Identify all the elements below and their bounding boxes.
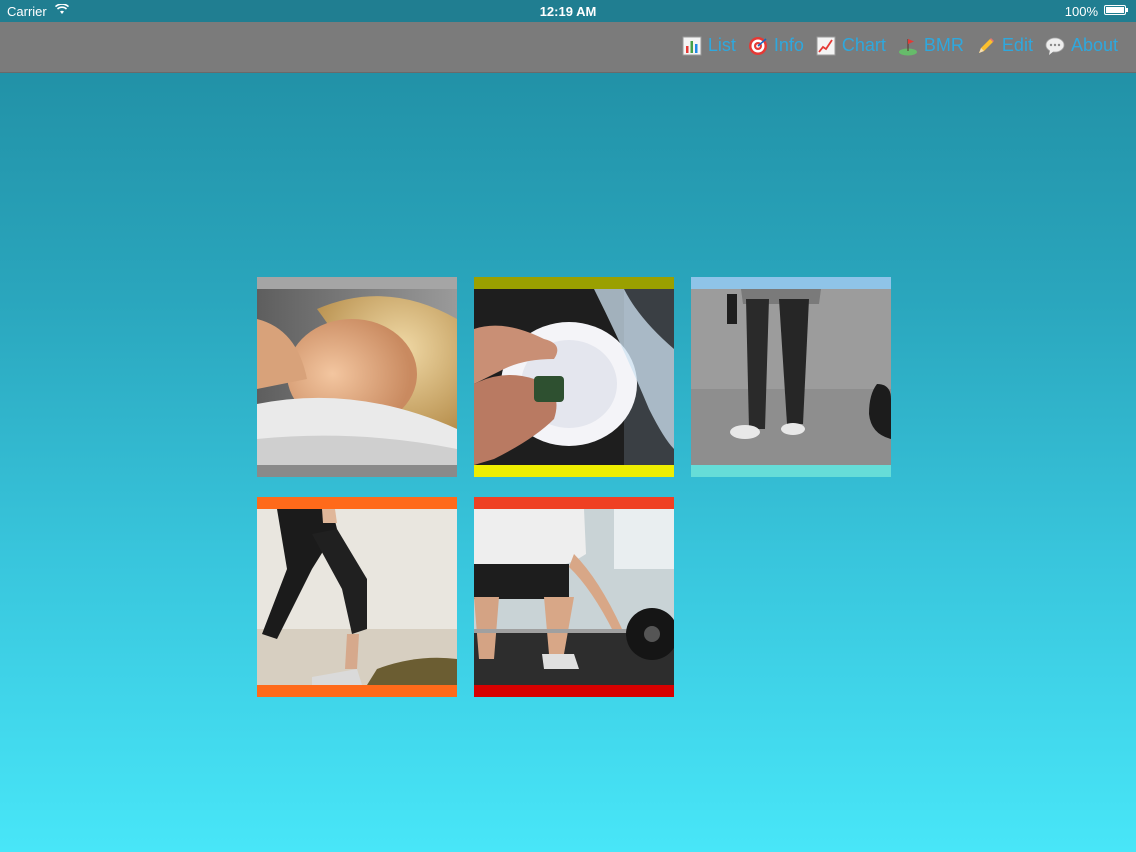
- speech-bubble-icon: [1045, 37, 1065, 55]
- battery-icon: [1104, 5, 1128, 15]
- edit-button[interactable]: Edit: [976, 35, 1033, 56]
- walking-person-photo: [691, 289, 891, 465]
- tile-running[interactable]: [257, 497, 457, 697]
- target-icon: [748, 36, 767, 55]
- toolbar-items: List Info Chart BMR Edit About: [682, 35, 1118, 56]
- list-button[interactable]: List: [682, 35, 736, 56]
- tile-band-bottom: [474, 465, 674, 477]
- chart-button-label: Chart: [841, 35, 886, 55]
- tile-sleeping[interactable]: [257, 277, 457, 477]
- clock: 12:19 AM: [539, 4, 597, 19]
- toolbar: List Info Chart BMR Edit About: [0, 22, 1136, 73]
- tile-band-bottom: [257, 685, 457, 697]
- line-chart-icon: [816, 36, 836, 55]
- tile-band-bottom: [257, 465, 457, 477]
- list-button-label: List: [707, 35, 736, 55]
- tile-band-bottom: [474, 685, 674, 697]
- info-button-label: Info: [773, 35, 804, 55]
- sleeping-person-photo: [257, 289, 457, 465]
- running-legs-photo: [257, 509, 457, 685]
- tile-band-bottom: [691, 465, 891, 477]
- edit-button-label: Edit: [1001, 35, 1033, 55]
- tile-washing-dishes[interactable]: [474, 277, 674, 477]
- tile-band-top: [257, 277, 457, 289]
- info-button[interactable]: Info: [748, 35, 804, 56]
- status-bar: Carrier 12:19 AM 100%: [0, 0, 1136, 22]
- battery-percentage: 100%: [1064, 4, 1098, 19]
- bar-chart-icon: [682, 36, 702, 55]
- weightlifting-photo: [474, 509, 674, 685]
- bmr-button-label: BMR: [923, 35, 964, 55]
- about-button[interactable]: About: [1045, 35, 1118, 56]
- tile-band-top: [474, 497, 674, 509]
- chart-button[interactable]: Chart: [816, 35, 886, 56]
- tile-band-top: [691, 277, 891, 289]
- tile-band-top: [474, 277, 674, 289]
- tile-band-top: [257, 497, 457, 509]
- pencil-icon: [978, 37, 994, 53]
- tile-weightlifting[interactable]: [474, 497, 674, 697]
- washing-dishes-photo: [474, 289, 674, 465]
- tile-walking[interactable]: [691, 277, 891, 477]
- bmr-button[interactable]: BMR: [898, 35, 964, 56]
- about-button-label: About: [1070, 35, 1118, 55]
- golf-icon: [898, 38, 917, 55]
